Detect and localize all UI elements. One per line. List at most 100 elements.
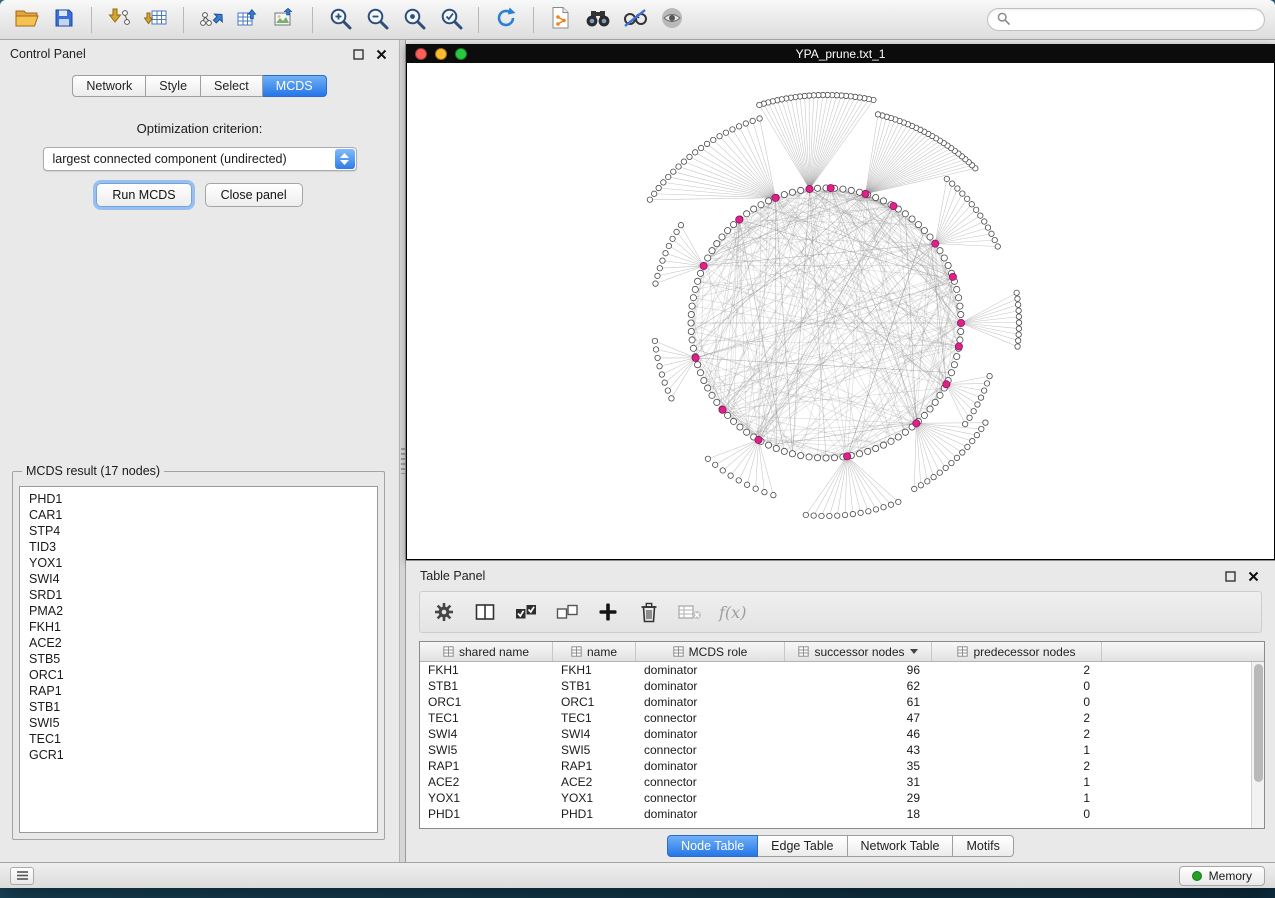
panel-divider[interactable] [399, 40, 406, 862]
search-field[interactable] [987, 8, 1265, 31]
table-row[interactable]: RAP1RAP1dominator352 [420, 758, 1251, 774]
tab-style[interactable]: Style [146, 75, 201, 97]
mcds-result-list[interactable]: PHD1CAR1STP4TID3YOX1SWI4SRD1PMA2FKH1ACE2… [19, 486, 378, 833]
table-scrollbar[interactable] [1251, 662, 1264, 828]
result-node[interactable]: STP4 [29, 523, 368, 539]
float-panel-icon[interactable] [351, 47, 366, 62]
open-folder-icon [15, 8, 39, 31]
delete-button[interactable] [637, 600, 661, 624]
result-node[interactable]: TID3 [29, 539, 368, 555]
table-row[interactable]: PHD1PHD1dominator180 [420, 806, 1251, 822]
export-network-button[interactable] [194, 4, 228, 36]
table-scrollbar-thumb[interactable] [1254, 664, 1263, 782]
select-all-button[interactable] [514, 600, 538, 624]
minimize-window-button[interactable] [435, 48, 447, 60]
refresh-button[interactable] [489, 4, 523, 36]
result-node[interactable]: ORC1 [29, 667, 368, 683]
result-node[interactable]: CAR1 [29, 507, 368, 523]
result-node[interactable]: SRD1 [29, 587, 368, 603]
delete-table-button[interactable] [678, 600, 702, 624]
close-panel-button[interactable]: Close panel [205, 183, 303, 207]
import-network-button[interactable] [102, 4, 136, 36]
result-node[interactable]: PMA2 [29, 603, 368, 619]
table-tab-network-table[interactable]: Network Table [848, 835, 954, 857]
zoom-out-button[interactable] [360, 4, 394, 36]
table-row[interactable]: SWI4SWI4dominator462 [420, 726, 1251, 742]
run-mcds-button[interactable]: Run MCDS [96, 183, 191, 207]
export-image-button[interactable] [268, 4, 302, 36]
show-details-button[interactable] [655, 4, 689, 36]
result-node[interactable]: STB1 [29, 699, 368, 715]
divider-grip[interactable] [401, 448, 405, 474]
search-input[interactable] [1016, 13, 1255, 27]
memory-button[interactable]: Memory [1179, 866, 1265, 886]
table-row[interactable]: STB1STB1dominator620 [420, 678, 1251, 694]
table-tab-edge-table[interactable]: Edge Table [758, 835, 847, 857]
table-tab-motifs[interactable]: Motifs [953, 835, 1013, 857]
maximize-window-button[interactable] [455, 48, 467, 60]
table-row[interactable]: FKH1FKH1dominator962 [420, 662, 1251, 678]
float-table-panel-icon[interactable] [1223, 569, 1238, 584]
close-panel-icon[interactable] [374, 47, 389, 62]
network-window-titlebar[interactable]: YPA_prune.txt_1 [406, 44, 1275, 63]
import-table-button[interactable] [139, 4, 173, 36]
result-node[interactable]: SWI5 [29, 715, 368, 731]
cell-predecessor-nodes: 2 [932, 727, 1102, 741]
result-node[interactable]: FKH1 [29, 619, 368, 635]
result-node[interactable]: TEC1 [29, 731, 368, 747]
binoculars-button[interactable] [581, 4, 615, 36]
cell-shared-name: FKH1 [420, 663, 553, 677]
criterion-dropdown[interactable]: largest connected component (undirected) [43, 147, 357, 171]
cell-successor-nodes: 62 [785, 679, 932, 693]
table-row[interactable]: SWI5SWI5connector431 [420, 742, 1251, 758]
zoom-in-button[interactable] [323, 4, 357, 36]
save-button[interactable] [47, 4, 81, 36]
show-columns-button[interactable] [473, 600, 497, 624]
export-table-button[interactable] [231, 4, 265, 36]
unselect-all-button[interactable] [555, 600, 579, 624]
network-canvas[interactable] [407, 63, 1274, 559]
add-button[interactable] [596, 600, 620, 624]
cell-shared-name: SWI5 [420, 743, 553, 757]
column-header-name[interactable]: name [553, 642, 636, 661]
open-folder-button[interactable] [10, 4, 44, 36]
function-builder-button[interactable]: f(x) [719, 603, 746, 622]
column-header-MCDS-role[interactable]: MCDS role [636, 642, 785, 661]
zoom-selected-button[interactable] [434, 4, 468, 36]
table-row[interactable]: ORC1ORC1dominator610 [420, 694, 1251, 710]
result-node[interactable]: GCR1 [29, 747, 368, 763]
cell-shared-name: RAP1 [420, 759, 553, 773]
column-header-shared-name[interactable]: shared name [420, 642, 553, 661]
control-panel-tabs: NetworkStyleSelectMCDS [0, 75, 399, 97]
tab-select[interactable]: Select [201, 75, 263, 97]
tab-network[interactable]: Network [72, 75, 146, 97]
column-header-predecessor-nodes[interactable]: predecessor nodes [932, 642, 1102, 661]
result-node[interactable]: RAP1 [29, 683, 368, 699]
table-panel-header: Table Panel [406, 561, 1275, 591]
table-row[interactable]: TEC1TEC1connector472 [420, 710, 1251, 726]
result-node[interactable]: ACE2 [29, 635, 368, 651]
table-tab-node-table[interactable]: Node Table [667, 835, 758, 857]
column-header-successor-nodes[interactable]: successor nodes [785, 642, 932, 661]
tab-mcds[interactable]: MCDS [263, 75, 327, 97]
close-window-button[interactable] [415, 48, 427, 60]
close-table-panel-icon[interactable] [1246, 569, 1261, 584]
table-row[interactable]: ACE2ACE2connector311 [420, 774, 1251, 790]
result-node[interactable]: PHD1 [29, 491, 368, 507]
cell-name: PHD1 [553, 807, 636, 821]
cell-MCDS-role: dominator [636, 727, 785, 741]
table-settings-button[interactable] [432, 600, 456, 624]
result-node[interactable]: SWI4 [29, 571, 368, 587]
dropdown-arrows-icon [335, 149, 355, 169]
toolbar-separator [533, 7, 534, 33]
table-panel-title: Table Panel [420, 569, 485, 583]
network-graph[interactable] [407, 63, 1274, 559]
hide-details-button[interactable] [618, 4, 652, 36]
column-menu-icon[interactable] [910, 649, 918, 654]
result-node[interactable]: YOX1 [29, 555, 368, 571]
result-node[interactable]: STB5 [29, 651, 368, 667]
table-row[interactable]: YOX1YOX1connector291 [420, 790, 1251, 806]
panel-menu-button[interactable] [10, 867, 34, 885]
zoom-fit-button[interactable] [397, 4, 431, 36]
share-document-button[interactable] [544, 4, 578, 36]
